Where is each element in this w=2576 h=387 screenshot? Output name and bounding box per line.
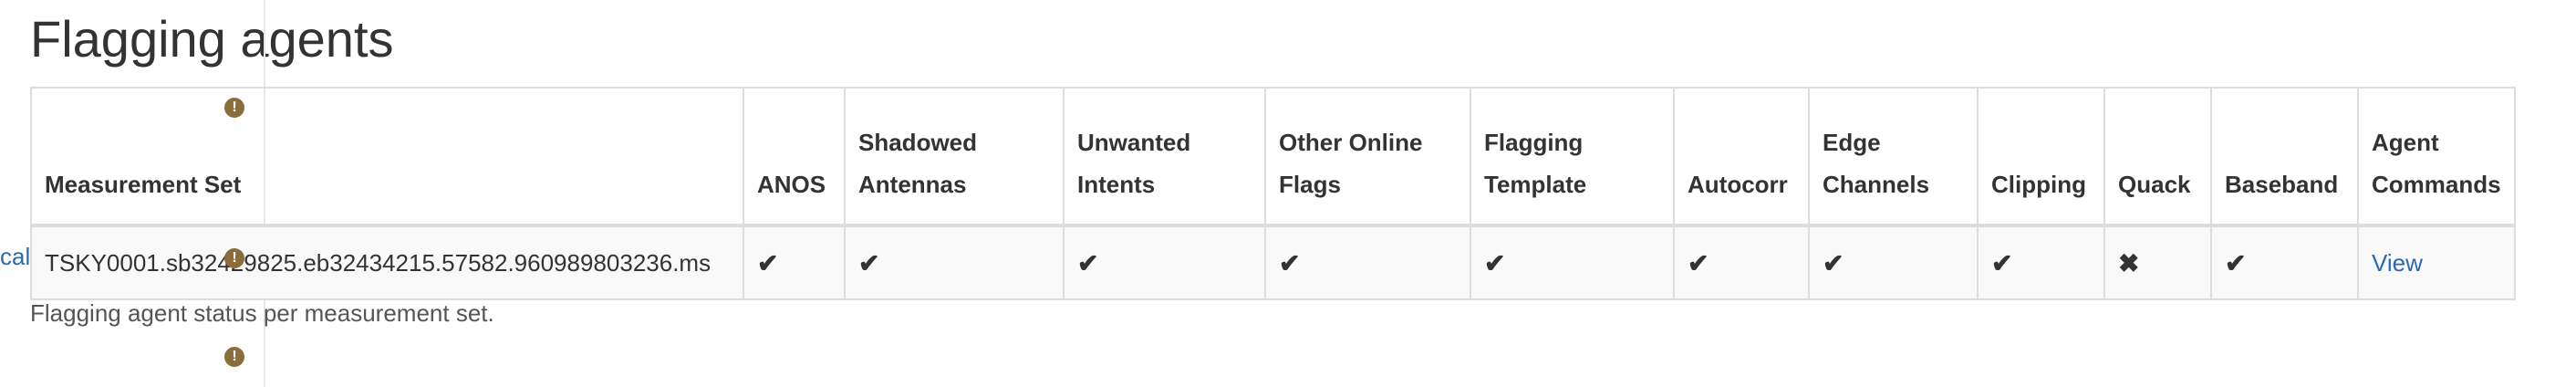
column-header-agent-commands[interactable]: Agent Commands bbox=[2357, 87, 2516, 227]
cross-icon: ✖ bbox=[2103, 225, 2212, 300]
exclamation-circle-icon[interactable]: ! bbox=[224, 98, 244, 118]
check-icon: ✔ bbox=[1264, 225, 1471, 300]
exclamation-circle-icon[interactable]: ! bbox=[224, 248, 244, 268]
column-header-anos[interactable]: ANOS bbox=[743, 87, 846, 227]
column-header-baseband[interactable]: Baseband bbox=[2210, 87, 2359, 227]
agent-commands-cell: View bbox=[2357, 225, 2516, 300]
column-header-quack[interactable]: Quack bbox=[2103, 87, 2212, 227]
flagging-agents-table: Measurement Set ANOS Shadowed Antennas U… bbox=[30, 87, 2516, 300]
table-header-row: Measurement Set ANOS Shadowed Antennas U… bbox=[30, 87, 2516, 227]
check-icon: ✔ bbox=[1673, 225, 1810, 300]
check-icon: ✔ bbox=[1977, 225, 2105, 300]
check-icon: ✔ bbox=[2210, 225, 2359, 300]
column-header-clipping[interactable]: Clipping bbox=[1977, 87, 2105, 227]
check-icon: ✔ bbox=[1470, 225, 1675, 300]
check-icon: ✔ bbox=[743, 225, 846, 300]
column-header-flagging-template[interactable]: Flagging Template bbox=[1470, 87, 1675, 227]
column-header-unwanted-intents[interactable]: Unwanted Intents bbox=[1063, 87, 1266, 227]
table-caption: Flagging agent status per measurement se… bbox=[30, 299, 494, 327]
view-agent-commands-link[interactable]: View bbox=[2372, 249, 2423, 277]
column-header-measurement-set[interactable]: Measurement Set bbox=[30, 87, 744, 227]
page-title: Flagging agents bbox=[30, 10, 394, 68]
table-row: TSKY0001.sb32429825.eb32434215.57582.960… bbox=[30, 225, 2516, 300]
check-icon: ✔ bbox=[844, 225, 1065, 300]
measurement-set-name: TSKY0001.sb32429825.eb32434215.57582.960… bbox=[30, 225, 744, 300]
check-icon: ✔ bbox=[1063, 225, 1266, 300]
column-header-autocorr[interactable]: Autocorr bbox=[1673, 87, 1810, 227]
column-header-shadowed-antennas[interactable]: Shadowed Antennas bbox=[844, 87, 1065, 227]
column-header-edge-channels[interactable]: Edge Channels bbox=[1808, 87, 1979, 227]
check-icon: ✔ bbox=[1808, 225, 1979, 300]
column-header-other-online-flags[interactable]: Other Online Flags bbox=[1264, 87, 1471, 227]
exclamation-circle-icon[interactable]: ! bbox=[224, 347, 244, 367]
